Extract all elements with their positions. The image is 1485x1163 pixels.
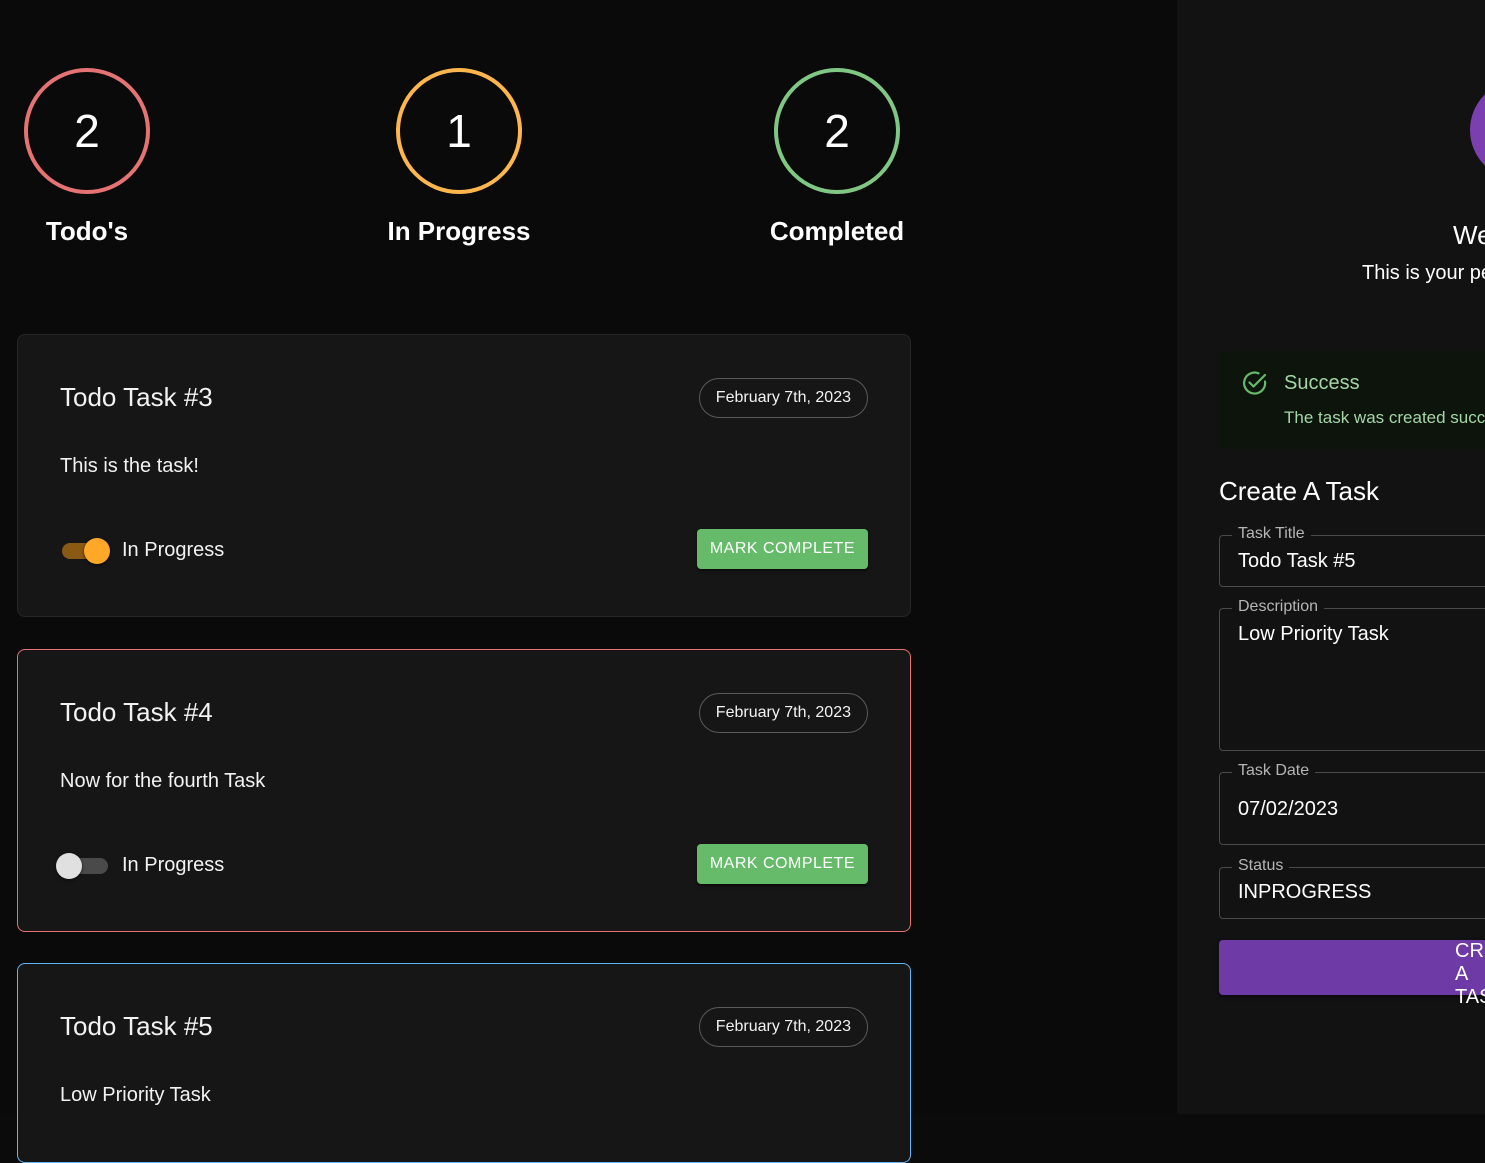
welcome-heading: Welcome (1453, 220, 1485, 250)
task-title-field[interactable]: Task Title Todo Task #5 (1219, 525, 1485, 587)
completed-label: Completed (769, 216, 905, 246)
task-title: Todo Task #5 (60, 1011, 213, 1041)
stat-in-progress: 1 In Progress (359, 68, 559, 247)
task-description: Low Priority Task (60, 1084, 211, 1106)
task-date-chip: February 7th, 2023 (698, 1007, 868, 1047)
check-circle-icon (1243, 371, 1267, 395)
mark-complete-button[interactable]: MARK COMPLETE (696, 844, 868, 884)
stat-completed: 2 Completed (737, 68, 937, 247)
welcome-subtitle: This is your personal task manager (1362, 262, 1485, 284)
create-task-heading: Create A Task (1219, 476, 1379, 506)
in-progress-toggle[interactable] (56, 852, 110, 880)
completed-count-ring: 2 (774, 68, 900, 194)
alert-message: The task was created successfully (1284, 408, 1485, 427)
field-value: Todo Task #5 (1238, 550, 1356, 572)
field-value: 07/02/2023 (1238, 798, 1339, 820)
success-alert: Success The task was created successfull… (1219, 351, 1485, 449)
toggle-label: In Progress (122, 539, 225, 561)
task-title: Todo Task #3 (60, 382, 213, 412)
in-progress-label: In Progress (387, 216, 531, 246)
status-select[interactable]: Status INPROGRESS (1219, 857, 1485, 919)
avatar (1470, 80, 1485, 180)
todos-label: Todo's (45, 216, 129, 246)
todos-count-ring: 2 (24, 68, 150, 194)
description-field[interactable]: Description Low Priority Task (1219, 598, 1485, 751)
toggle-label: In Progress (122, 854, 225, 876)
task-date-chip: February 7th, 2023 (698, 693, 868, 733)
field-label: Description (1232, 598, 1325, 616)
field-value: Low Priority Task (1238, 623, 1389, 645)
task-title: Todo Task #4 (60, 697, 213, 727)
in-progress-count-ring: 1 (396, 68, 522, 194)
task-card: Todo Task #3 February 7th, 2023 This is … (17, 334, 911, 617)
task-description: This is the task! (60, 455, 199, 477)
alert-title: Success (1284, 372, 1360, 394)
sidebar: Welcome This is your personal task manag… (1177, 0, 1485, 1114)
field-value: INPROGRESS (1238, 881, 1372, 903)
task-description: Now for the fourth Task (60, 770, 266, 792)
field-label: Task Title (1232, 525, 1311, 543)
stat-todos: 2 Todo's (0, 68, 187, 247)
task-card: Todo Task #4 February 7th, 2023 Now for … (17, 649, 911, 932)
field-label: Status (1232, 857, 1290, 875)
task-date-field[interactable]: Task Date 07/02/2023 (1219, 762, 1485, 845)
create-task-button[interactable]: CREATE A TASK (1219, 940, 1485, 1008)
task-date-chip: February 7th, 2023 (698, 378, 868, 418)
field-label: Task Date (1232, 762, 1316, 780)
main-content: 2 Todo's 1 In Progress 2 Completed Todo … (0, 0, 1177, 1163)
task-card: Todo Task #5 February 7th, 2023 Low Prio… (17, 963, 911, 1163)
mark-complete-button[interactable]: MARK COMPLETE (696, 529, 868, 569)
in-progress-toggle[interactable] (60, 537, 110, 565)
